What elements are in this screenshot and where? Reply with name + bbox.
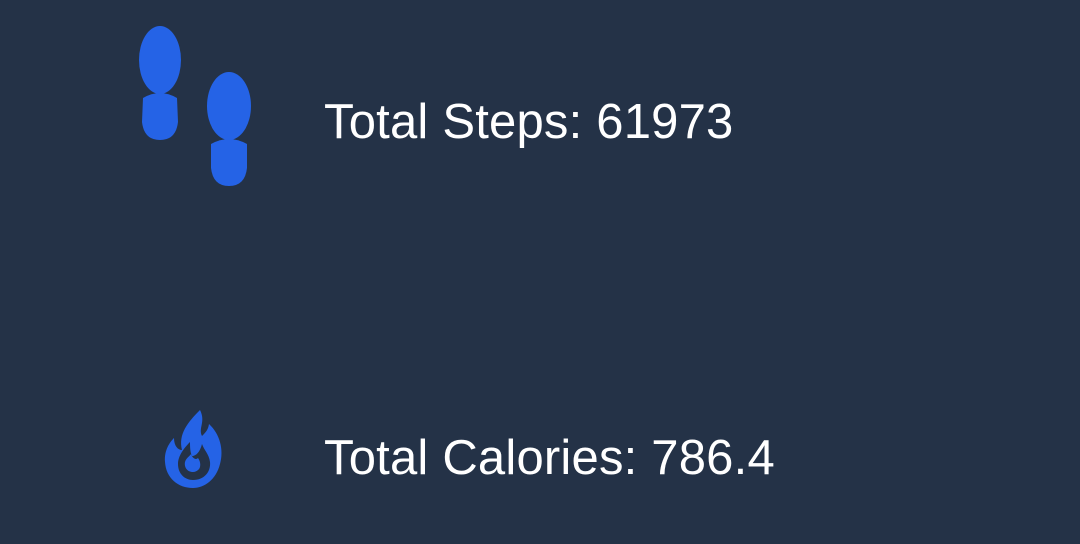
flame-icon <box>164 410 222 488</box>
footsteps-icon <box>139 26 251 186</box>
steps-stat-row: Total Steps: 61973 <box>0 26 1080 190</box>
calories-stat-row: Total Calories: 786.4 <box>0 406 1080 490</box>
total-calories-text: Total Calories: 786.4 <box>324 431 775 485</box>
total-steps-text: Total Steps: 61973 <box>324 95 734 149</box>
